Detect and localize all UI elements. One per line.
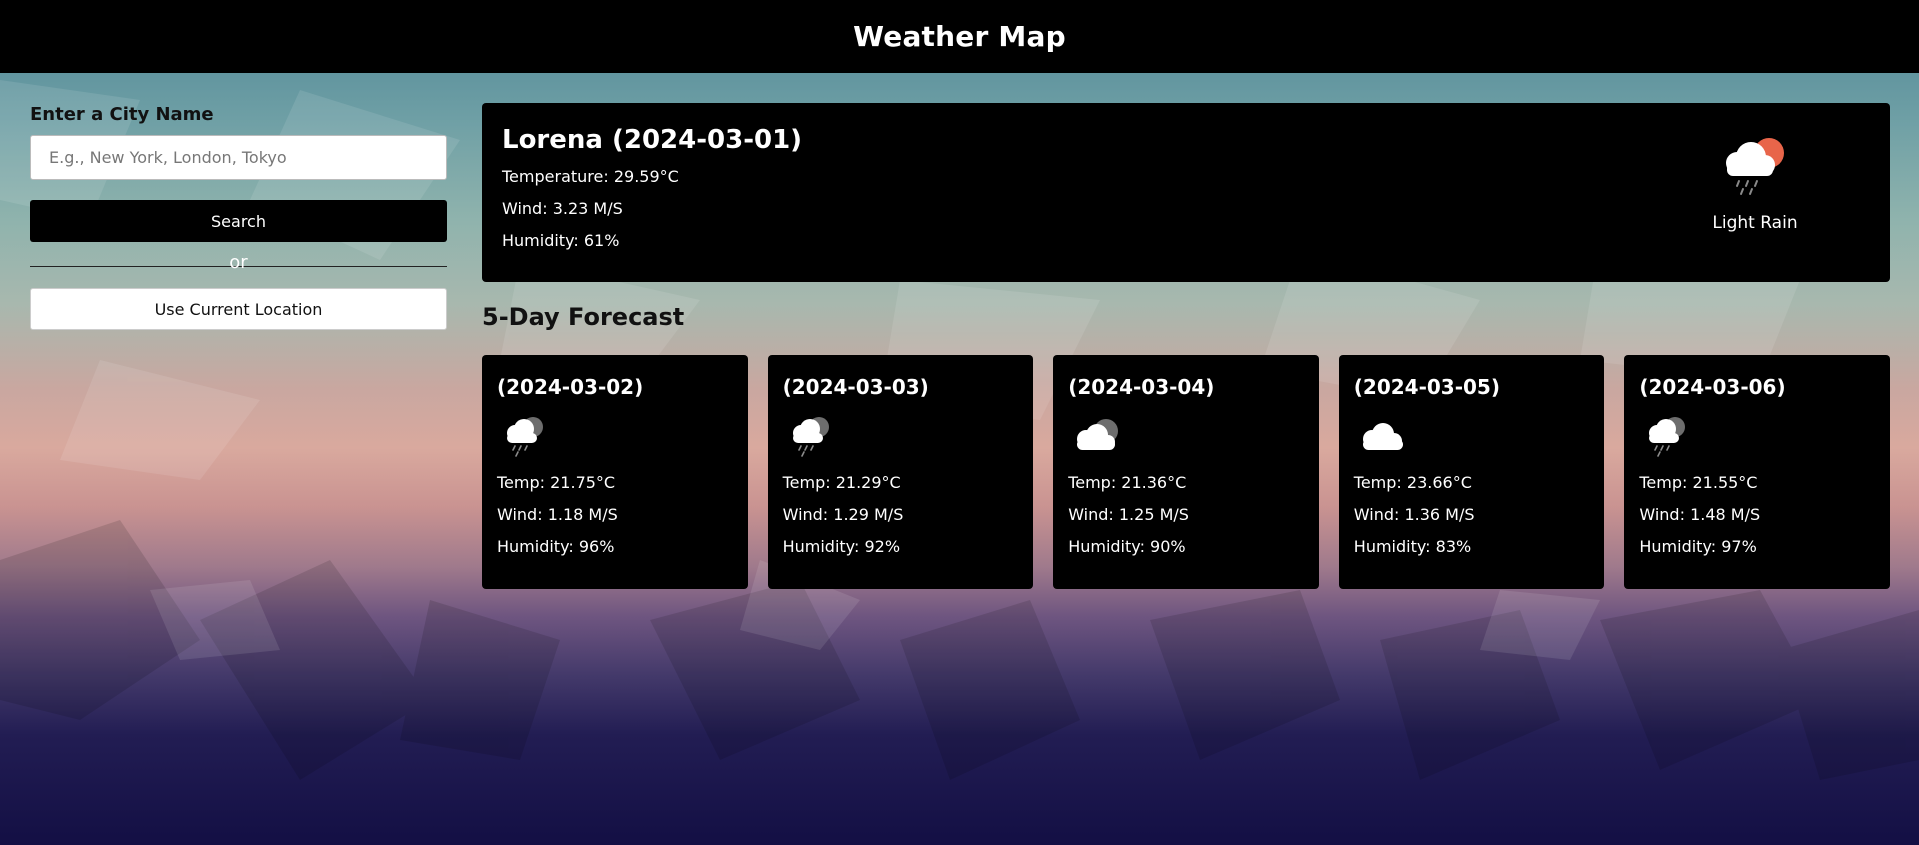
search-panel: Enter a City Name Search or Use Current … [30,104,447,330]
rain-cloud-icon [507,417,543,457]
current-condition: Light Rain [1700,133,1810,233]
forecast-humidity: Humidity: 97% [1639,537,1757,556]
forecast-temp: Temp: 21.29°C [782,473,901,492]
divider-label: or [229,252,248,273]
forecast-wind: Wind: 1.18 M/S [497,505,618,524]
forecast-date: (2024-03-05) [1353,375,1500,399]
forecast-temp: Temp: 21.75°C [497,473,616,492]
forecast-date: (2024-03-03) [782,375,929,399]
forecast-card: (2024-03-06) Temp: 21.55°C Wind: 1.48 M/… [1624,355,1890,589]
search-button[interactable]: Search [30,200,447,242]
forecast-date: (2024-03-02) [497,375,644,399]
rain-cloud-icon [1649,417,1686,457]
use-current-location-button[interactable]: Use Current Location [30,288,447,330]
forecast-humidity: Humidity: 83% [1353,537,1472,556]
forecast-card: (2024-03-04) Temp: 21.36°C Wind: 1.25 M/… [1053,355,1319,589]
current-city-date: Lorena (2024-03-01) [502,125,803,155]
rain-cloud-icon [792,417,829,457]
current-humidity: Humidity: 61% [502,231,620,250]
light-rain-sun-icon [1726,138,1784,195]
forecast-title: 5-Day Forecast [482,303,685,331]
forecast-humidity: Humidity: 92% [782,537,901,556]
forecast-wind: Wind: 1.48 M/S [1639,505,1761,524]
forecast-humidity: Humidity: 96% [497,537,615,556]
broken-clouds-icon [1077,419,1119,450]
cloud-icon [1362,423,1403,450]
forecast-temp: Temp: 21.55°C [1639,473,1758,492]
forecast-card: (2024-03-05) Temp: 23.66°C Wind: 1.36 M/… [1338,355,1605,589]
forecast-card: (2024-03-02) Temp: 21.75°C Wind: 1.18 M/… [482,355,748,589]
current-weather-card: Lorena (2024-03-01) Temperature: 29.59°C… [482,103,1890,282]
condition-description: Light Rain [1712,213,1798,233]
app-header: Weather Map [0,0,1919,73]
current-temperature: Temperature: 29.59°C [502,167,679,186]
forecast-list: (2024-03-02) Temp: 21.75°C Wind: 1.18 M/… [482,355,1890,589]
city-input-label: Enter a City Name [30,104,214,125]
or-divider: or [30,250,447,280]
forecast-wind: Wind: 1.25 M/S [1068,505,1189,524]
forecast-card: (2024-03-03) Temp: 21.29°C Wind: 1.29 M/… [767,355,1034,589]
forecast-wind: Wind: 1.29 M/S [782,505,904,524]
city-search-input[interactable] [30,135,447,180]
forecast-temp: Temp: 23.66°C [1353,473,1472,492]
current-wind: Wind: 3.23 M/S [502,199,623,218]
forecast-date: (2024-03-06) [1639,375,1786,399]
forecast-humidity: Humidity: 90% [1068,537,1186,556]
app-title: Weather Map [853,20,1066,53]
forecast-date: (2024-03-04) [1068,375,1215,399]
forecast-temp: Temp: 21.36°C [1068,473,1187,492]
forecast-wind: Wind: 1.36 M/S [1353,505,1475,524]
